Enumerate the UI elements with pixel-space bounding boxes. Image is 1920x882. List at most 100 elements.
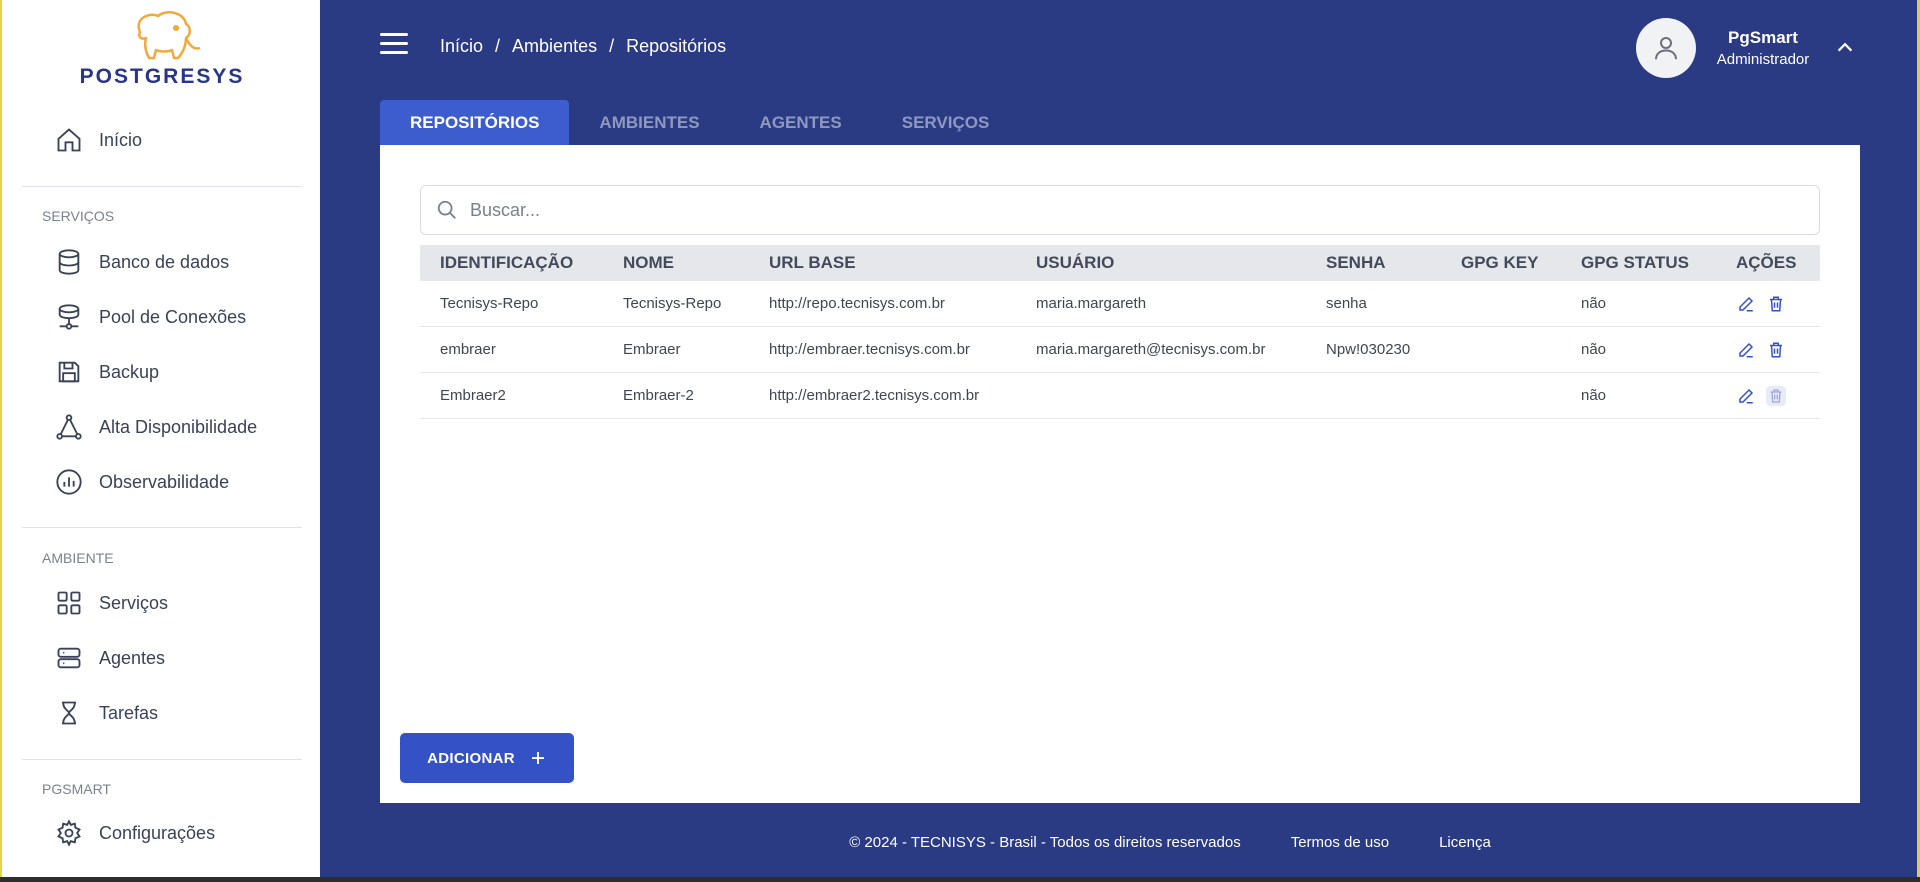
cell-gpg-status: não bbox=[1581, 341, 1607, 358]
column-header[interactable]: USUÁRIO bbox=[1016, 253, 1306, 273]
hamburger-menu-icon[interactable] bbox=[380, 33, 408, 55]
grid-icon bbox=[54, 588, 84, 618]
plus-icon bbox=[531, 752, 544, 764]
sidebar-item-label: Serviços bbox=[99, 592, 169, 613]
cell-senha: senha bbox=[1326, 295, 1367, 312]
server-icon bbox=[54, 643, 84, 673]
sidebar-item-label: Backup bbox=[99, 361, 160, 382]
table-header: IDENTIFICAÇÃO NOME URL BASE USUÁRIO SENH… bbox=[420, 245, 1820, 281]
sidebar-item-pool-de-conexoes[interactable]: Pool de Conexões bbox=[54, 299, 246, 335]
cell-nome: Tecnisys-Repo bbox=[623, 295, 722, 312]
trash-icon[interactable] bbox=[1766, 294, 1786, 314]
terms-link[interactable]: Termos de uso bbox=[1291, 834, 1389, 851]
cell-identificacao: Embraer2 bbox=[440, 387, 506, 404]
breadcrumb-inicio[interactable]: Início bbox=[440, 36, 483, 57]
sidebar-item-label: Alta Disponibilidade bbox=[99, 416, 258, 437]
sidebar-item-label: Agentes bbox=[99, 647, 166, 668]
triangle-network-icon bbox=[54, 412, 84, 442]
copyright-text: © 2024 - TECNISYS - Brasil - Todos os di… bbox=[849, 834, 1241, 851]
column-header[interactable]: SENHA bbox=[1306, 253, 1441, 273]
sidebar-item-tarefas[interactable]: Tarefas bbox=[54, 695, 158, 731]
database-icon bbox=[54, 247, 84, 277]
home-icon bbox=[54, 125, 84, 155]
table-row[interactable]: Embraer2 Embraer-2 http://embraer2.tecni… bbox=[420, 373, 1820, 419]
table-row[interactable]: Tecnisys-Repo Tecnisys-Repo http://repo.… bbox=[420, 281, 1820, 327]
user-icon bbox=[1655, 37, 1677, 60]
tab-agentes[interactable]: AGENTES bbox=[730, 100, 872, 145]
license-link[interactable]: Licença bbox=[1439, 834, 1491, 851]
sidebar-item-label: Início bbox=[99, 129, 143, 150]
column-header[interactable]: IDENTIFICAÇÃO bbox=[420, 253, 603, 273]
sidebar-item-observabilidade[interactable]: Observabilidade bbox=[54, 464, 229, 500]
sidebar-item-inicio[interactable]: Início bbox=[54, 122, 142, 158]
sidebar-item-agentes[interactable]: Agentes bbox=[54, 640, 165, 676]
save-icon bbox=[54, 357, 84, 387]
user-role: Administrador bbox=[1716, 51, 1810, 68]
cell-url-base: http://embraer.tecnisys.com.br bbox=[769, 341, 970, 358]
search-icon bbox=[437, 200, 456, 219]
sidebar-item-label: Pool de Conexões bbox=[99, 306, 247, 327]
breadcrumb-ambientes[interactable]: Ambientes bbox=[512, 36, 597, 57]
trash-icon[interactable] bbox=[1766, 385, 1786, 406]
sidebar-item-label: Tarefas bbox=[99, 702, 159, 723]
chart-circle-icon bbox=[54, 467, 84, 497]
window-border bbox=[0, 877, 1920, 882]
breadcrumb-repositorios: Repositórios bbox=[626, 36, 727, 56]
section-title-servicos: SERVIÇOS bbox=[42, 208, 115, 224]
tab-bar: REPOSITÓRIOS AMBIENTES AGENTES SERVIÇOS bbox=[380, 100, 1019, 145]
cell-identificacao: embraer bbox=[440, 341, 496, 358]
cell-nome: Embraer-2 bbox=[623, 387, 694, 404]
section-title-pgsmart: PGSMART bbox=[42, 781, 111, 797]
trash-icon[interactable] bbox=[1766, 340, 1786, 360]
breadcrumb: Início / Ambientes / Repositórios bbox=[440, 36, 726, 57]
tab-repositorios[interactable]: REPOSITÓRIOS bbox=[380, 100, 570, 145]
column-header: AÇÕES bbox=[1736, 253, 1797, 272]
column-header[interactable]: GPG STATUS bbox=[1561, 253, 1716, 273]
cell-usuario: maria.margareth bbox=[1036, 295, 1147, 312]
add-button[interactable]: ADICIONAR bbox=[400, 733, 574, 783]
gear-icon bbox=[54, 818, 84, 848]
cell-gpg-status: não bbox=[1581, 387, 1607, 404]
edit-icon[interactable] bbox=[1736, 294, 1756, 314]
sidebar-item-configuracoes[interactable]: Configurações bbox=[54, 815, 215, 851]
cell-senha: Npw!030230 bbox=[1326, 341, 1411, 358]
cell-identificacao: Tecnisys-Repo bbox=[440, 295, 539, 312]
cell-gpg-status: não bbox=[1581, 295, 1607, 312]
cell-url-base: http://embraer2.tecnisys.com.br bbox=[769, 387, 980, 404]
sidebar-item-label: Configurações bbox=[99, 822, 216, 843]
search-box[interactable] bbox=[420, 185, 1820, 235]
connection-pool-icon bbox=[54, 302, 84, 332]
breadcrumb-separator: / bbox=[609, 36, 615, 56]
sidebar-item-servicos[interactable]: Serviços bbox=[54, 585, 168, 621]
row-actions bbox=[1716, 385, 1820, 406]
sidebar-item-label: Observabilidade bbox=[99, 471, 230, 492]
edit-icon[interactable] bbox=[1736, 386, 1756, 406]
column-header[interactable]: GPG KEY bbox=[1441, 253, 1561, 273]
table-row[interactable]: embraer Embraer http://embraer.tecnisys.… bbox=[420, 327, 1820, 373]
sidebar-item-banco-de-dados[interactable]: Banco de dados bbox=[54, 244, 229, 280]
section-title-ambiente: AMBIENTE bbox=[42, 550, 114, 566]
column-header[interactable]: NOME bbox=[603, 253, 749, 273]
tab-ambientes[interactable]: AMBIENTES bbox=[569, 100, 729, 145]
chevron-up-icon[interactable] bbox=[1834, 36, 1856, 58]
avatar[interactable] bbox=[1636, 18, 1696, 78]
user-name: PgSmart bbox=[1728, 28, 1798, 47]
sidebar-divider bbox=[22, 186, 302, 187]
sidebar: POSTGRESYS Início SERVIÇOS Banco de dado… bbox=[0, 0, 320, 882]
cell-url-base: http://repo.tecnisys.com.br bbox=[769, 295, 945, 312]
sidebar-item-backup[interactable]: Backup bbox=[54, 354, 159, 390]
repositories-table: IDENTIFICAÇÃO NOME URL BASE USUÁRIO SENH… bbox=[420, 245, 1820, 419]
sidebar-divider bbox=[22, 527, 302, 528]
column-header[interactable]: URL BASE bbox=[749, 253, 1016, 273]
sidebar-divider bbox=[22, 759, 302, 760]
edit-icon[interactable] bbox=[1736, 340, 1756, 360]
content-panel: IDENTIFICAÇÃO NOME URL BASE USUÁRIO SENH… bbox=[380, 145, 1860, 803]
tab-servicos[interactable]: SERVIÇOS bbox=[872, 100, 1020, 145]
cell-nome: Embraer bbox=[623, 341, 681, 358]
sidebar-item-label: Banco de dados bbox=[99, 251, 230, 272]
search-input[interactable] bbox=[470, 199, 1790, 221]
add-button-label: ADICIONAR bbox=[427, 749, 515, 767]
sidebar-item-alta-disponibilidade[interactable]: Alta Disponibilidade bbox=[54, 409, 257, 445]
footer: © 2024 - TECNISYS - Brasil - Todos os di… bbox=[320, 834, 1920, 851]
postgresys-logo[interactable]: POSTGRESYS bbox=[54, 10, 270, 88]
